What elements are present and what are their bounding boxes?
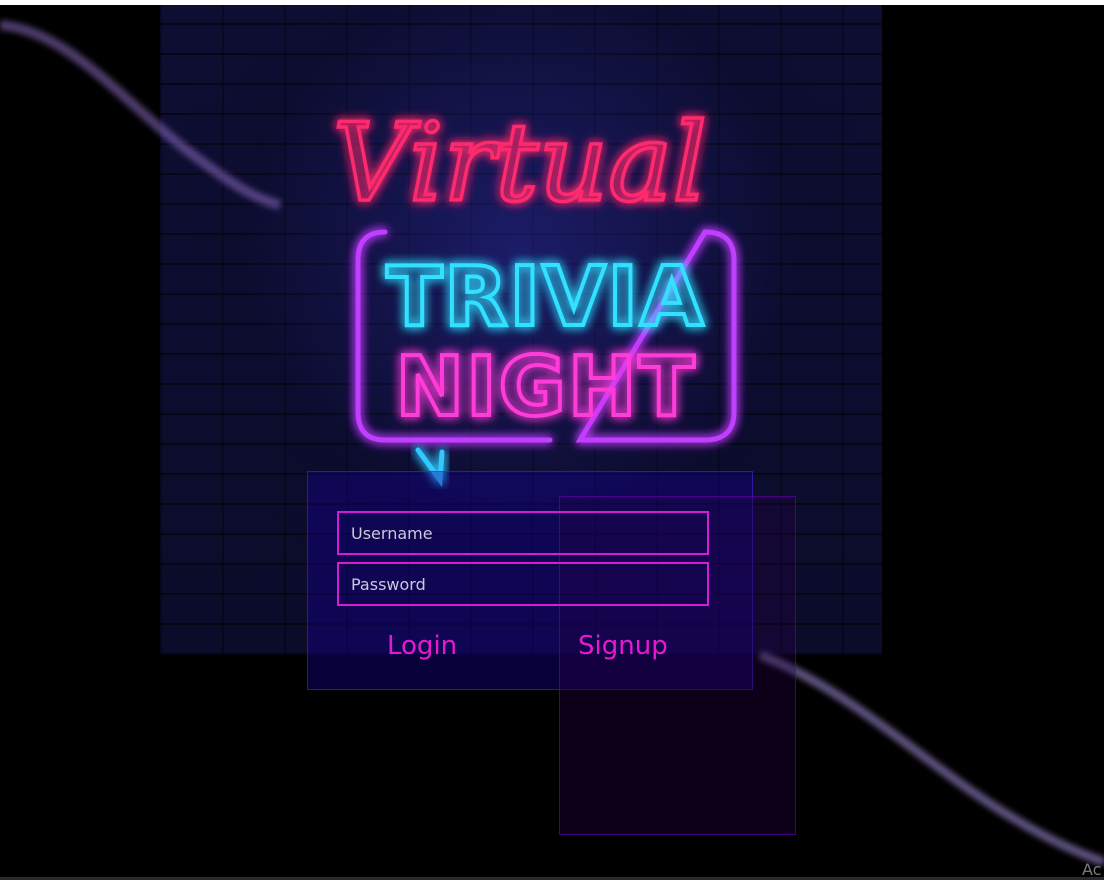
sign-trivia-word: TRIVIA bbox=[386, 250, 705, 345]
corner-watermark-text: Ac bbox=[1082, 860, 1102, 879]
password-input[interactable] bbox=[337, 562, 709, 606]
signup-button[interactable]: Signup bbox=[578, 626, 668, 666]
sign-script-word: Virtual bbox=[333, 101, 707, 226]
login-button[interactable]: Login bbox=[387, 626, 457, 666]
sign-night-word: NIGHT bbox=[395, 340, 696, 435]
trivia-night-neon-sign: Virtual TRIVIA NIGHT bbox=[331, 99, 737, 487]
username-input[interactable] bbox=[337, 511, 709, 555]
